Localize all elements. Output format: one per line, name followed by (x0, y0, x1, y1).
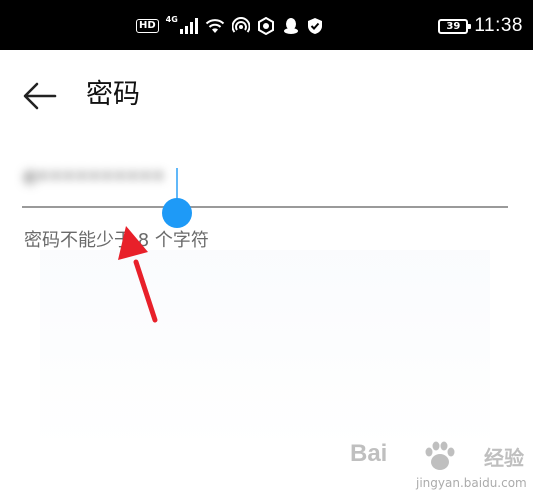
watermark: Bai 经验 jingyan.baidu.com (350, 440, 527, 496)
watermark-url: jingyan.baidu.com (416, 476, 527, 490)
watermark-suffix: 经验 (484, 446, 524, 470)
watermark-logo: Bai (350, 440, 388, 467)
paw-icon (425, 441, 455, 470)
annotation-arrow-icon (118, 226, 158, 323)
